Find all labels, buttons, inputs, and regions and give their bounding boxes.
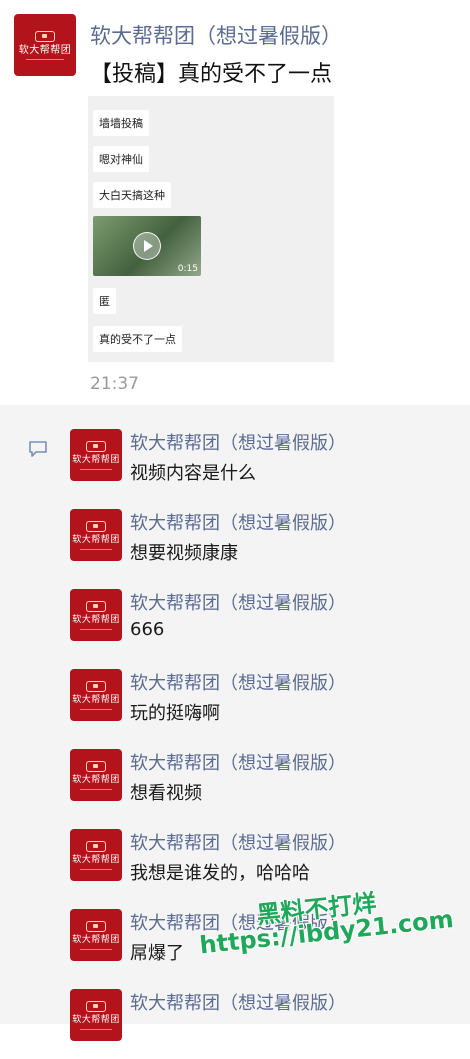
comment-text: 视频内容是什么 xyxy=(130,463,256,484)
avatar-text: 软大帮帮团 xyxy=(72,774,120,785)
image-message: 嗯对神仙 xyxy=(93,146,149,172)
comment-author[interactable]: 软大帮帮团（想过暑假版） xyxy=(130,509,346,535)
avatar-text: 软大帮帮团 xyxy=(72,854,120,865)
logo-emblem-icon xyxy=(86,840,106,852)
comment-author[interactable]: 软大帮帮团（想过暑假版） xyxy=(130,669,346,695)
comment-avatar[interactable]: 软大帮帮团 xyxy=(70,589,122,641)
image-message: 匿 xyxy=(93,288,116,314)
comment-icon[interactable] xyxy=(28,441,48,457)
comment-item: 软大帮帮团 软大帮帮团（想过暑假版） 想看视频 xyxy=(70,749,470,819)
comment-author[interactable]: 软大帮帮团（想过暑假版） xyxy=(130,829,346,855)
avatar-text: 软大帮帮团 xyxy=(72,694,120,705)
logo-emblem-icon xyxy=(86,440,106,452)
comment-item: 软大帮帮团 软大帮帮团（想过暑假版） 我想是谁发的，哈哈哈 xyxy=(70,829,470,899)
post-avatar[interactable]: 软大帮帮团 xyxy=(14,14,76,76)
avatar-divider xyxy=(26,58,64,60)
comment-item: 软大帮帮团 软大帮帮团（想过暑假版） 视频内容是什么 xyxy=(70,429,470,499)
avatar-text: 软大帮帮团 xyxy=(72,934,120,945)
avatar-divider xyxy=(80,1028,112,1030)
comment-avatar[interactable]: 软大帮帮团 xyxy=(70,749,122,801)
comment-avatar[interactable]: 软大帮帮团 xyxy=(70,429,122,481)
comment-author[interactable]: 软大帮帮团（想过暑假版） xyxy=(130,749,346,775)
logo-emblem-icon xyxy=(35,30,55,42)
post-card: 软大帮帮团 软大帮帮团（想过暑假版） 【投稿】真的受不了一点 墙墙投稿 嗯对神仙… xyxy=(0,0,470,405)
avatar-text: 软大帮帮团 xyxy=(18,44,72,56)
logo-emblem-icon xyxy=(86,920,106,932)
video-thumbnail[interactable]: 0:15 xyxy=(93,216,201,276)
comment-item: 软大帮帮团 软大帮帮团（想过暑假版） xyxy=(70,989,470,1059)
avatar-divider xyxy=(80,948,112,950)
comment-author[interactable]: 软大帮帮团（想过暑假版） xyxy=(130,909,346,935)
comment-text: 屌爆了 xyxy=(130,943,184,964)
comment-avatar[interactable]: 软大帮帮团 xyxy=(70,909,122,961)
comment-avatar[interactable]: 软大帮帮团 xyxy=(70,509,122,561)
play-icon[interactable] xyxy=(133,232,161,260)
avatar-divider xyxy=(80,548,112,550)
comment-item: 软大帮帮团 软大帮帮团（想过暑假版） 玩的挺嗨啊 xyxy=(70,669,470,739)
logo-emblem-icon xyxy=(86,680,106,692)
comment-item: 软大帮帮团 软大帮帮团（想过暑假版） 想要视频康康 xyxy=(70,509,470,579)
comment-text: 666 xyxy=(130,619,165,640)
comment-avatar[interactable]: 软大帮帮团 xyxy=(70,669,122,721)
post-timestamp: 21:37 xyxy=(90,374,139,394)
image-message: 大白天搞这种 xyxy=(93,182,171,208)
comments-section: 软大帮帮团 软大帮帮团（想过暑假版） 视频内容是什么 软大帮帮团 软大帮帮团（想… xyxy=(0,405,470,1041)
logo-emblem-icon xyxy=(86,760,106,772)
image-message: 墙墙投稿 xyxy=(93,110,149,136)
comment-author[interactable]: 软大帮帮团（想过暑假版） xyxy=(130,989,346,1015)
comment-item: 软大帮帮团 软大帮帮团（想过暑假版） 屌爆了 xyxy=(70,909,470,979)
comment-item: 软大帮帮团 软大帮帮团（想过暑假版） 666 xyxy=(70,589,470,659)
avatar-divider xyxy=(80,628,112,630)
logo-emblem-icon xyxy=(86,600,106,612)
avatar-divider xyxy=(80,708,112,710)
comment-text: 想看视频 xyxy=(130,783,202,804)
comment-author[interactable]: 软大帮帮团（想过暑假版） xyxy=(130,589,346,615)
comment-text: 想要视频康康 xyxy=(130,543,238,564)
avatar-text: 软大帮帮团 xyxy=(72,534,120,545)
logo-emblem-icon xyxy=(86,520,106,532)
image-message: 真的受不了一点 xyxy=(93,326,182,352)
logo-emblem-icon xyxy=(86,1000,106,1012)
avatar-text: 软大帮帮团 xyxy=(72,454,120,465)
avatar-divider xyxy=(80,788,112,790)
comment-text: 我想是谁发的，哈哈哈 xyxy=(130,863,310,884)
post-account-name[interactable]: 软大帮帮团（想过暑假版） xyxy=(90,20,342,50)
avatar-divider xyxy=(80,868,112,870)
comment-text: 玩的挺嗨啊 xyxy=(130,703,220,724)
post-image[interactable]: 墙墙投稿 嗯对神仙 大白天搞这种 0:15 匿 真的受不了一点 xyxy=(88,96,334,362)
post-title: 【投稿】真的受不了一点 xyxy=(90,62,333,87)
avatar-divider xyxy=(80,468,112,470)
comment-avatar[interactable]: 软大帮帮团 xyxy=(70,829,122,881)
comment-avatar[interactable]: 软大帮帮团 xyxy=(70,989,122,1041)
avatar-text: 软大帮帮团 xyxy=(72,614,120,625)
comment-author[interactable]: 软大帮帮团（想过暑假版） xyxy=(130,429,346,455)
video-duration: 0:15 xyxy=(177,264,198,274)
